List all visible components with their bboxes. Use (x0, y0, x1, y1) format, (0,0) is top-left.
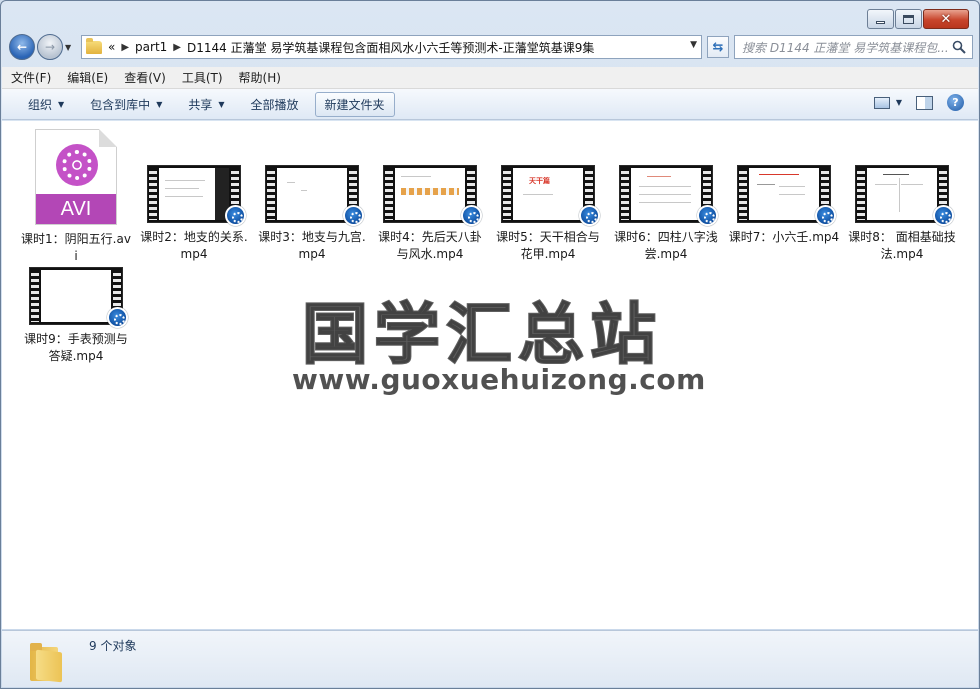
media-player-icon (225, 205, 246, 226)
navigation-row: ← → ▼ « ▶ part1 ▶ D1144 正藩堂 易学筑基课程包含面相风水… (9, 33, 973, 61)
chevron-down-icon: ▼ (58, 99, 65, 109)
file-name[interactable]: 课时1：阴阳五行.avi (20, 231, 132, 265)
file-name[interactable]: 课时9：手表预测与答疑.mp4 (20, 331, 132, 365)
close-icon: ✕ (940, 11, 952, 27)
forward-button[interactable]: → (37, 34, 63, 60)
video-thumbnail (855, 165, 954, 226)
video-thumbnail (29, 267, 128, 328)
film-reel-icon (56, 144, 98, 186)
file-name[interactable]: 课时8： 面相基础技法.mp4 (846, 229, 958, 263)
file-item[interactable]: 天干篇 课时5：天干相合与花甲.mp4 (492, 165, 604, 263)
file-item[interactable]: 课时7：小六壬.mp4 (728, 165, 840, 246)
file-name[interactable]: 课时2：地支的关系.mp4 (138, 229, 250, 263)
new-folder-button[interactable]: 新建文件夹 (314, 91, 395, 117)
new-folder-label: 新建文件夹 (324, 97, 385, 112)
breadcrumb-part1[interactable]: part1 (135, 40, 167, 54)
help-icon[interactable]: ? (947, 94, 964, 111)
folder-icon (86, 37, 102, 54)
media-player-icon (107, 307, 128, 328)
search-box[interactable]: 搜索 D1144 正藩堂 易学筑基课程包... (734, 35, 973, 59)
file-item[interactable]: 课时9：手表预测与答疑.mp4 (20, 267, 132, 365)
chevron-right-icon[interactable]: ▶ (121, 42, 129, 53)
file-name[interactable]: 课时4：先后天八卦与风水.mp4 (374, 229, 486, 263)
command-bar: 组织 ▼ 包含到库中 ▼ 共享 ▼ 全部播放 新建文件夹 ▼ ? (2, 89, 978, 120)
address-dropdown[interactable]: ▼ (690, 40, 697, 50)
file-list[interactable]: AVI 课时1：阴阳五行.avi 课时2：地支的关系.mp4 课时3：地支与九宫… (2, 121, 978, 629)
media-player-icon (815, 205, 836, 226)
view-controls: ▼ ? (873, 94, 964, 111)
media-player-icon (933, 205, 954, 226)
item-count: 9 个对象 (89, 639, 137, 653)
caption-buttons: ✕ (867, 9, 969, 29)
arrow-left-icon: ← (16, 40, 28, 54)
video-thumbnail (619, 165, 718, 226)
menu-bar: 文件(F) 编辑(E) 查看(V) 工具(T) 帮助(H) (2, 67, 978, 89)
chevron-down-icon: ▼ (156, 99, 163, 109)
menu-view[interactable]: 查看(V) (124, 69, 166, 86)
video-thumbnail: 天干篇 (501, 165, 600, 226)
refresh-icon: ⇆ (712, 39, 724, 55)
search-input[interactable]: 搜索 D1144 正藩堂 易学筑基课程包... (742, 39, 947, 56)
play-all-label: 全部播放 (250, 97, 299, 112)
share-label: 共享 (188, 97, 213, 112)
video-thumbnail (265, 165, 364, 226)
close-button[interactable]: ✕ (923, 9, 969, 29)
file-item[interactable]: AVI 课时1：阴阳五行.avi (20, 129, 132, 265)
minimize-icon (876, 20, 885, 24)
menu-help[interactable]: 帮助(H) (239, 69, 281, 86)
preview-pane-icon[interactable] (916, 95, 933, 110)
file-item[interactable]: 课时6：四柱八字浅尝.mp4 (610, 165, 722, 263)
media-player-icon (697, 205, 718, 226)
file-name[interactable]: 课时5：天干相合与花甲.mp4 (492, 229, 604, 263)
maximize-button[interactable] (895, 9, 922, 29)
minimize-button[interactable] (867, 9, 894, 29)
video-thumbnail (383, 165, 482, 226)
breadcrumb-current-folder[interactable]: D1144 正藩堂 易学筑基课程包含面相风水小六壬等预测术-正藩堂筑基课9集 (187, 39, 594, 56)
include-in-library-button[interactable]: 包含到库中 ▼ (80, 92, 172, 117)
back-button[interactable]: ← (9, 34, 35, 60)
file-name[interactable]: 课时6：四柱八字浅尝.mp4 (610, 229, 722, 263)
media-player-icon (579, 205, 600, 226)
file-item[interactable]: 课时8： 面相基础技法.mp4 (846, 165, 958, 263)
menu-tools[interactable]: 工具(T) (182, 69, 223, 86)
video-thumbnail (737, 165, 836, 226)
chevron-down-icon: ▼ (218, 99, 225, 109)
menu-edit[interactable]: 编辑(E) (67, 69, 108, 86)
file-item[interactable]: 课时3：地支与九宫.mp4 (256, 165, 368, 263)
avi-icon-label: AVI (36, 194, 116, 224)
organize-label: 组织 (28, 97, 53, 112)
play-all-button[interactable]: 全部播放 (241, 92, 309, 117)
file-item[interactable]: 课时2：地支的关系.mp4 (138, 165, 250, 263)
breadcrumb-overflow[interactable]: « (108, 40, 115, 54)
refresh-button[interactable]: ⇆ (707, 36, 729, 58)
file-name[interactable]: 课时3：地支与九宫.mp4 (256, 229, 368, 263)
view-options-dropdown[interactable]: ▼ (896, 98, 902, 107)
organize-button[interactable]: 组织 ▼ (18, 92, 74, 117)
share-button[interactable]: 共享 ▼ (178, 92, 234, 117)
folder-icon (30, 643, 62, 683)
search-icon[interactable] (952, 40, 966, 54)
arrow-right-icon: → (44, 40, 56, 54)
media-player-icon (461, 205, 482, 226)
include-library-label: 包含到库中 (90, 97, 151, 112)
menu-file[interactable]: 文件(F) (11, 69, 51, 86)
recent-pages-dropdown[interactable]: ▼ (65, 43, 75, 52)
file-name[interactable]: 课时7：小六壬.mp4 (728, 229, 840, 246)
video-thumbnail (147, 165, 246, 226)
maximize-icon (903, 14, 914, 24)
file-item[interactable]: 课时4：先后天八卦与风水.mp4 (374, 165, 486, 263)
watermark-url: www.guoxuehuizong.com (292, 363, 706, 396)
change-view-icon[interactable] (873, 96, 890, 109)
avi-file-icon: AVI (35, 129, 117, 225)
thumbnail-title: 天干篇 (529, 177, 550, 185)
media-player-icon (343, 205, 364, 226)
details-pane: 9 个对象 (2, 630, 978, 687)
explorer-window: ✕ ← → ▼ « ▶ part1 ▶ D1144 正藩堂 易学筑基课程包含面相… (0, 0, 980, 689)
chevron-right-icon[interactable]: ▶ (173, 42, 181, 53)
address-bar[interactable]: « ▶ part1 ▶ D1144 正藩堂 易学筑基课程包含面相风水小六壬等预测… (81, 35, 702, 59)
